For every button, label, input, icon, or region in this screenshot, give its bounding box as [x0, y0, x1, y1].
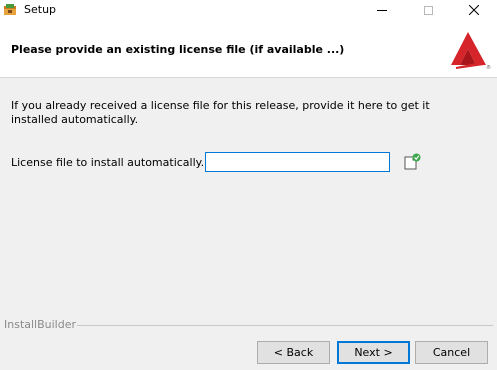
next-button[interactable]: Next >	[337, 341, 410, 364]
close-icon	[469, 5, 479, 15]
triangle-logo-icon: ®	[451, 32, 491, 71]
cancel-button[interactable]: Cancel	[415, 341, 488, 364]
description-text: If you already received a license file f…	[11, 99, 430, 126]
installer-icon	[4, 4, 16, 15]
page-title: Please provide an existing license file …	[11, 43, 345, 56]
title-bar: Setup	[0, 0, 497, 20]
maximize-button[interactable]	[405, 0, 451, 20]
footer-divider	[77, 325, 493, 326]
svg-text:®: ®	[486, 64, 491, 71]
open-file-icon[interactable]	[402, 152, 422, 172]
back-button[interactable]: < Back	[257, 341, 330, 364]
maximize-icon	[423, 5, 433, 15]
minimize-button[interactable]	[359, 0, 405, 20]
installbuilder-brand: InstallBuilder	[4, 318, 77, 331]
license-field-label: License file to install automatically.	[11, 156, 205, 169]
license-file-input[interactable]	[205, 152, 390, 172]
wizard-header: Please provide an existing license file …	[0, 20, 497, 78]
window-title: Setup	[24, 3, 57, 16]
minimize-icon	[377, 9, 387, 11]
close-button[interactable]	[451, 0, 497, 20]
